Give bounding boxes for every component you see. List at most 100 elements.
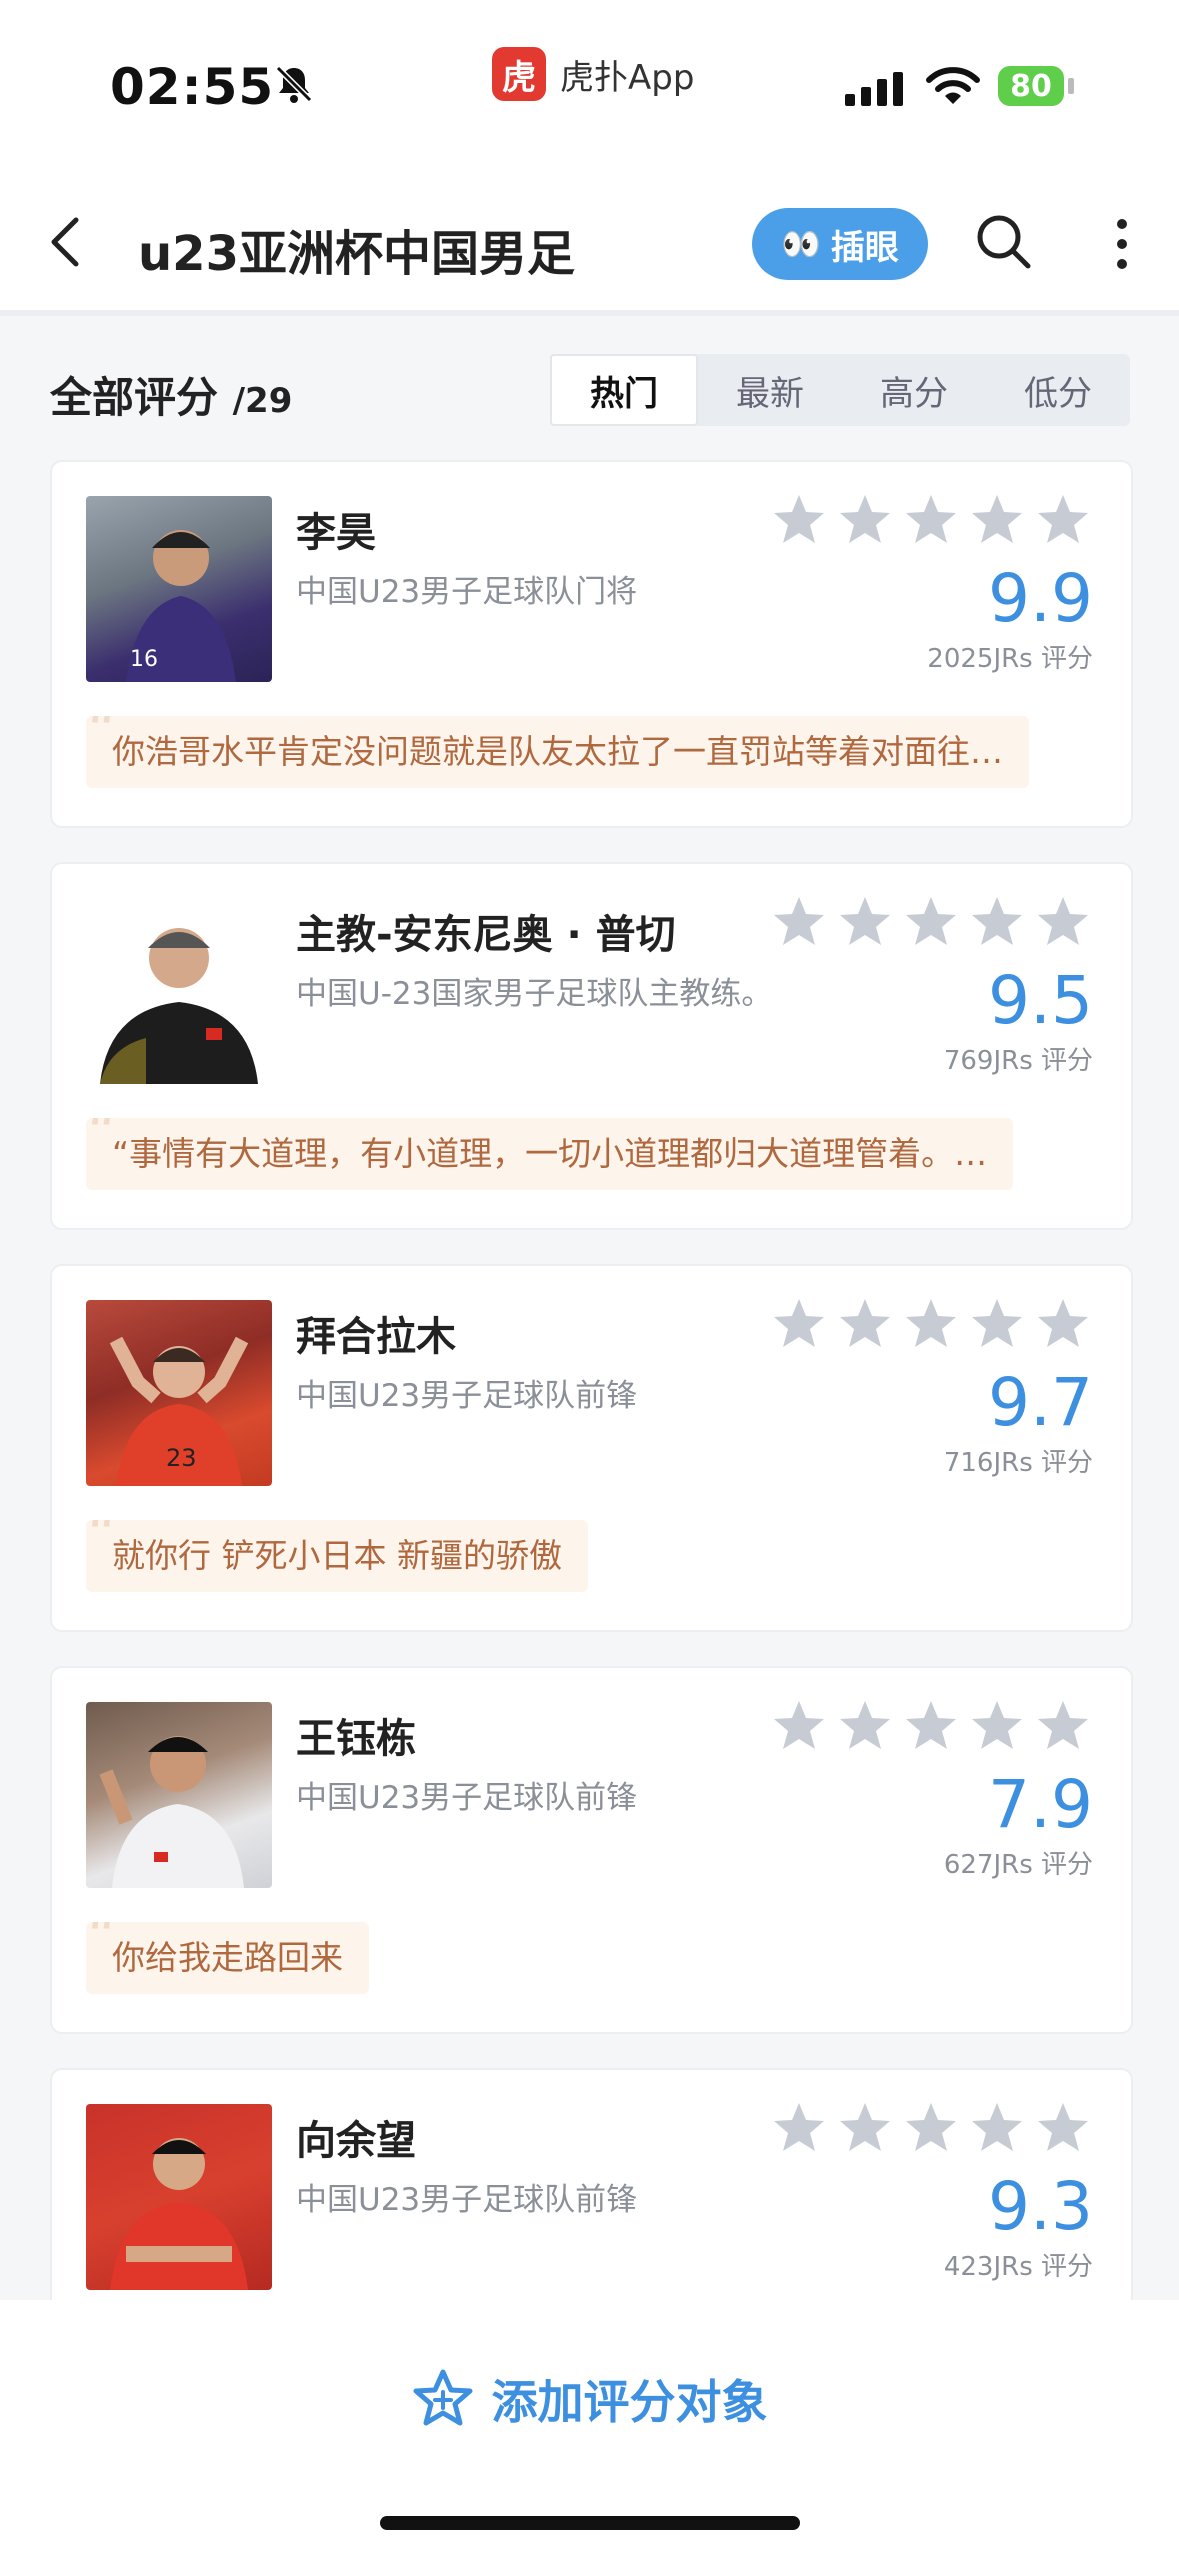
star-icon[interactable] (903, 492, 959, 548)
average-score: 7.9 (988, 1766, 1093, 1843)
svg-text:16: 16 (130, 647, 158, 672)
star-rating[interactable] (771, 2100, 1091, 2156)
star-icon[interactable] (969, 1698, 1025, 1754)
quote-icon: “ (86, 1520, 117, 1571)
sort-tabs: 热门 最新 高分 低分 (550, 354, 1130, 426)
top-comment[interactable]: “就你行 铲死小日本 新疆的骄傲 (86, 1520, 588, 1592)
star-icon[interactable] (969, 894, 1025, 950)
rating-card[interactable]: 主教-安东尼奥 · 普切中国U-23国家男子足球队主教练。 9.5 769JRs 评… (50, 862, 1133, 1230)
star-icon[interactable] (903, 1698, 959, 1754)
star-icon[interactable] (969, 1296, 1025, 1352)
tab-hot[interactable]: 热门 (550, 354, 698, 426)
avatar[interactable] (86, 2104, 272, 2290)
average-score: 9.3 (988, 2168, 1093, 2245)
player-description: 中国U23男子足球队前锋 (296, 1378, 638, 1414)
battery-icon: 80 (998, 66, 1064, 106)
star-icon[interactable] (1035, 1698, 1091, 1754)
top-comment[interactable]: ““事情有大道理，有小道理，一切小道理都归大道理管着。… (86, 1118, 1014, 1190)
cellular-signal-icon (845, 72, 903, 106)
player-name: 向余望 (296, 2118, 416, 2164)
star-icon[interactable] (837, 894, 893, 950)
add-rating-target-button[interactable]: 添加评分对象 (0, 2366, 1179, 2432)
player-name: 李昊 (296, 510, 376, 556)
add-rating-target-label: 添加评分对象 (491, 2375, 768, 2429)
average-score: 9.5 (988, 962, 1093, 1039)
star-icon[interactable] (1035, 492, 1091, 548)
avatar[interactable]: 23 (86, 1300, 272, 1486)
star-icon[interactable] (771, 894, 827, 950)
player-description: 中国U23男子足球队前锋 (296, 2182, 638, 2218)
top-comment-text: 就你行 铲死小日本 新疆的骄傲 (112, 1536, 562, 1575)
star-icon[interactable] (771, 1296, 827, 1352)
status-time: 02:55 (110, 58, 275, 116)
star-icon[interactable] (903, 1296, 959, 1352)
back-arrow-icon[interactable] (46, 212, 86, 272)
eyes-icon: 👀 (781, 225, 821, 263)
bell-muted-icon (275, 65, 313, 103)
player-name: 拜合拉木 (296, 1314, 456, 1360)
rating-card[interactable]: 23 拜合拉木中国U23男子足球队前锋 9.7 716JRs 评分 “就你行 铲死小日本… (50, 1264, 1133, 1632)
star-icon[interactable] (903, 894, 959, 950)
rater-count: 2025JRs 评分 (927, 644, 1093, 674)
ratings-count: /29 (232, 381, 293, 421)
star-rating[interactable] (771, 894, 1091, 950)
star-icon[interactable] (837, 2100, 893, 2156)
player-name: 主教-安东尼奥 · 普切 (296, 912, 676, 958)
star-icon[interactable] (1035, 2100, 1091, 2156)
filter-row: 全部评分 /29 热门 最新 高分 低分 (0, 316, 1179, 446)
star-rating[interactable] (771, 1296, 1091, 1352)
star-plus-icon (413, 2369, 472, 2426)
wifi-icon (926, 67, 980, 104)
nav-bar: u23亚洲杯中国男足 👀 插眼 (0, 150, 1179, 316)
star-icon[interactable] (771, 1698, 827, 1754)
star-icon[interactable] (969, 492, 1025, 548)
search-icon[interactable] (974, 212, 1034, 272)
star-icon[interactable] (1035, 1296, 1091, 1352)
battery-tip (1068, 78, 1074, 94)
rater-count: 627JRs 评分 (943, 1850, 1093, 1880)
tab-latest[interactable]: 最新 (698, 354, 842, 426)
top-comment-text: 你浩哥水平肯定没问题就是队友太拉了一直罚站等着对面往… (112, 732, 1003, 771)
player-description: 中国U-23国家男子足球队主教练。 (296, 976, 773, 1012)
rater-count: 423JRs 评分 (943, 2252, 1093, 2282)
rating-card[interactable]: 王钰栋中国U23男子足球队前锋 7.9 627JRs 评分 “你给我走路回来 (50, 1666, 1133, 2034)
tab-low-score[interactable]: 低分 (986, 354, 1130, 426)
player-name: 王钰栋 (296, 1716, 416, 1762)
quote-icon: “ (86, 716, 117, 767)
rater-count: 769JRs 评分 (943, 1046, 1093, 1076)
all-ratings-heading: 全部评分 /29 (50, 364, 292, 425)
player-description: 中国U23男子足球队前锋 (296, 1780, 638, 1816)
bottom-bar: 添加评分对象 (0, 2300, 1179, 2556)
star-icon[interactable] (771, 2100, 827, 2156)
star-icon[interactable] (771, 492, 827, 548)
star-icon[interactable] (903, 2100, 959, 2156)
avatar[interactable] (86, 1702, 272, 1888)
home-indicator (380, 2516, 800, 2530)
rater-count: 716JRs 评分 (943, 1448, 1093, 1478)
bookmark-button[interactable]: 👀 插眼 (752, 208, 928, 280)
top-comment-text: 你给我走路回来 (112, 1938, 343, 1977)
top-comment-text: “事情有大道理，有小道理，一切小道理都归大道理管着。… (112, 1134, 988, 1173)
star-rating[interactable] (771, 492, 1091, 548)
quote-icon: “ (86, 1922, 117, 1973)
top-comment[interactable]: “你浩哥水平肯定没问题就是队友太拉了一直罚站等着对面往… (86, 716, 1029, 788)
top-comment[interactable]: “你给我走路回来 (86, 1922, 369, 1994)
average-score: 9.7 (988, 1364, 1093, 1441)
svg-text:23: 23 (166, 1444, 197, 1472)
rating-card[interactable]: 16 李昊 中国U23男子足球队门将 9.9 2025JRs 评分 “你浩哥水平肯定没问题… (50, 460, 1133, 828)
tab-high-score[interactable]: 高分 (842, 354, 986, 426)
player-description: 中国U23男子足球队门将 (296, 574, 638, 610)
star-icon[interactable] (969, 2100, 1025, 2156)
star-icon[interactable] (837, 1698, 893, 1754)
star-icon[interactable] (837, 1296, 893, 1352)
more-vertical-icon[interactable] (1108, 214, 1136, 274)
avatar[interactable] (86, 898, 272, 1084)
star-icon[interactable] (837, 492, 893, 548)
source-app-name: 虎扑App (560, 57, 695, 98)
star-icon[interactable] (1035, 894, 1091, 950)
hupu-logo-icon: 虎 (492, 47, 546, 101)
page-title: u23亚洲杯中国男足 (138, 226, 575, 282)
source-app[interactable]: 虎 虎扑App (492, 46, 694, 102)
avatar[interactable]: 16 (86, 496, 272, 682)
star-rating[interactable] (771, 1698, 1091, 1754)
